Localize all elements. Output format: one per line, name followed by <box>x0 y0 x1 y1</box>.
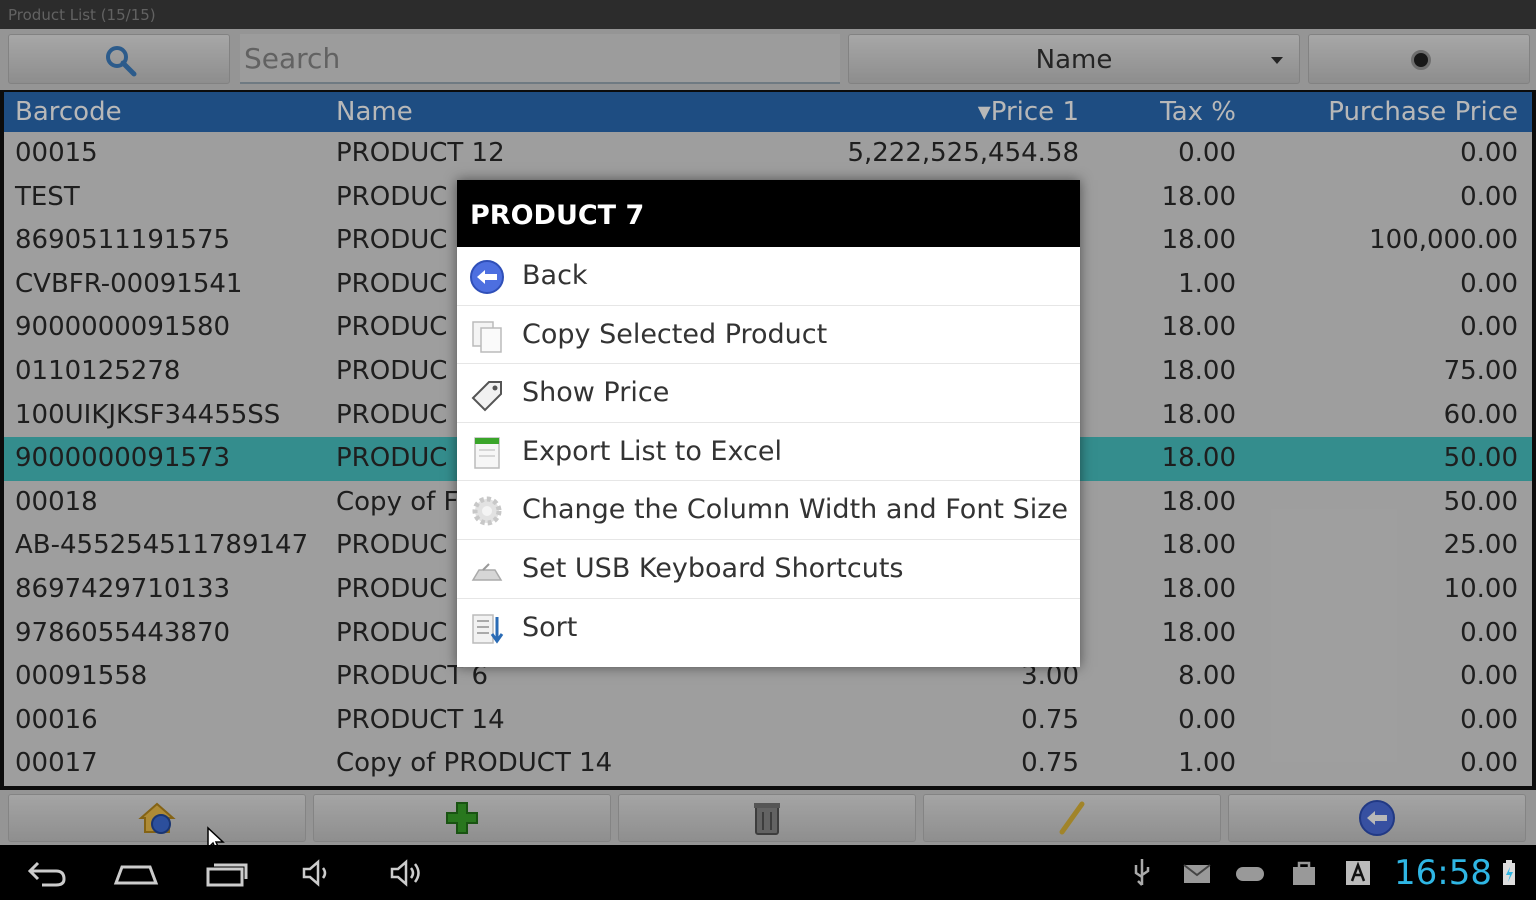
menu-item-back[interactable]: Back <box>457 247 1080 306</box>
excel-icon <box>474 437 500 469</box>
menu-item-show-price[interactable]: Show Price <box>457 364 1080 423</box>
context-menu-dialog: PRODUCT 7 Back Copy Selected Product Sho… <box>457 180 1080 667</box>
menu-item-label: Copy Selected Product <box>522 318 828 350</box>
recent-apps-icon[interactable] <box>204 857 250 889</box>
copy-icon <box>472 320 502 353</box>
menu-item-label: Back <box>522 260 588 291</box>
home-nav-icon[interactable] <box>112 857 160 889</box>
menu-item-label: Change the Column Width and Font Size <box>522 494 1069 526</box>
menu-item-label: Show Price <box>522 377 670 409</box>
usb-icon <box>1134 859 1150 886</box>
back-nav-icon[interactable] <box>24 857 68 889</box>
battery-icon <box>1503 860 1515 885</box>
system-navigation-bar: 16:58 <box>0 845 1536 900</box>
menu-item-column-width[interactable]: Change the Column Width and Font Size <box>457 481 1080 540</box>
mail-icon <box>1183 864 1211 883</box>
gear-icon <box>472 496 502 526</box>
menu-item-export-excel[interactable]: Export List to Excel <box>457 423 1080 482</box>
gamepad-icon <box>1236 867 1264 881</box>
menu-item-copy-product[interactable]: Copy Selected Product <box>457 306 1080 365</box>
menu-item-usb-shortcuts[interactable]: Set USB Keyboard Shortcuts <box>457 540 1080 599</box>
volume-up-icon[interactable] <box>388 857 424 889</box>
menu-item-label: Sort <box>522 611 578 643</box>
volume-down-icon[interactable] <box>300 857 332 889</box>
status-clock: 16:58 <box>1394 853 1492 893</box>
menu-item-sort[interactable]: Sort <box>457 599 1080 658</box>
shopping-bag-icon <box>1293 861 1315 885</box>
menu-item-label: Set USB Keyboard Shortcuts <box>522 552 904 584</box>
dialog-title: PRODUCT 7 <box>457 180 1080 247</box>
sort-icon <box>472 613 504 644</box>
menu-item-label: Export List to Excel <box>522 435 782 467</box>
price-tag-icon <box>471 381 502 412</box>
keyboard-language-icon <box>1346 861 1370 885</box>
back-arrow-icon <box>470 260 504 294</box>
keyboard-icon <box>471 563 503 581</box>
